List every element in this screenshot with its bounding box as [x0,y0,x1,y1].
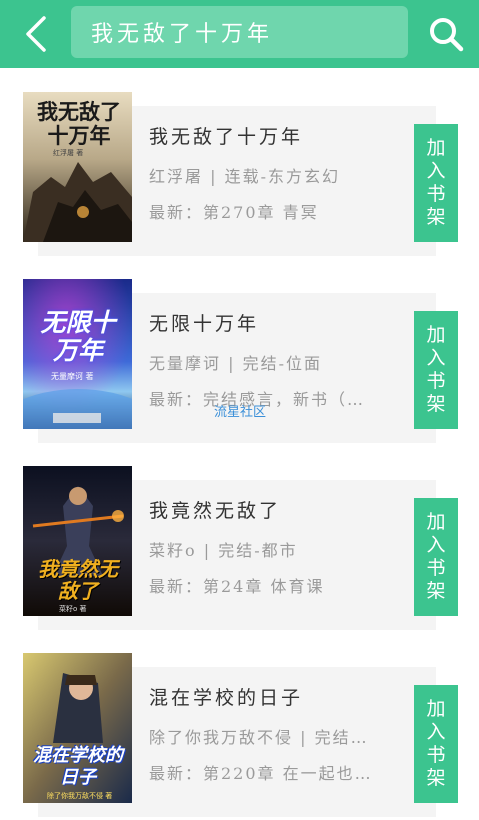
add-to-shelf-button[interactable]: 加 入 书 架 [414,311,458,429]
book-latest-chapter: 最新：完结感言，新书（… [149,390,366,409]
book-latest-chapter: 最新：第270章 青冥 [149,203,319,222]
book-title[interactable]: 混在学校的日子 [149,683,303,710]
cover-author-art: 无量摩诃 著 [51,372,94,381]
add-button-char: 入 [426,160,446,182]
book-latest-chapter: 最新：第220章 在一起也… [149,764,373,783]
book-title[interactable]: 我竟然无敌了 [149,496,281,523]
watermark-text: 流星社区 [214,405,267,420]
cover-author-art: 红浮屠 著 [53,149,84,157]
book-cover[interactable]: 无限十万年 无量摩诃 著 [23,279,132,429]
book-list-item[interactable]: 我竟然无敌了 菜籽o 著 我竟然无敌了 菜籽o | 完结-都市 最新：第24章 … [0,466,479,630]
book-list-item[interactable]: 我无敌了十万年 红浮屠 著 我无敌了十万年 红浮屠 | 连载-东方玄幻 最新：第… [0,92,479,256]
book-meta: 红浮屠 | 连载-东方玄幻 [149,167,340,186]
book-cover[interactable]: 我竟然无敌了 菜籽o 著 [23,466,132,616]
back-button[interactable] [16,14,56,54]
cover-title-art: 我无敌了十万年 [37,99,121,148]
add-button-char: 加 [426,698,446,720]
add-button-char: 架 [426,767,446,789]
add-button-char: 架 [426,393,446,415]
add-button-char: 书 [426,183,446,205]
add-button-char: 书 [426,744,446,766]
book-list-item[interactable]: 混在学校的日子 除了你我万敌不侵 著 混在学校的日子 除了你我万敌不侵 | 完结… [0,653,479,817]
top-bar: 我无敌了十万年 [0,0,479,68]
book-title[interactable]: 我无敌了十万年 [149,122,303,149]
chevron-left-icon [26,16,46,52]
add-button-char: 入 [426,721,446,743]
add-button-char: 加 [426,324,446,346]
cover-title-art: 我竟然无敌了 [38,557,118,603]
add-button-char: 架 [426,206,446,228]
add-button-char: 入 [426,534,446,556]
add-button-char: 书 [426,557,446,579]
search-button[interactable] [424,12,468,56]
add-to-shelf-button[interactable]: 加 入 书 架 [414,124,458,242]
add-button-char: 入 [426,347,446,369]
cover-author-art: 除了你我万敌不侵 著 [47,792,113,800]
cover-title-art: 混在学校的日子 [33,745,123,788]
cover-title-art: 无限十万年 [40,308,116,365]
add-to-shelf-button[interactable]: 加 入 书 架 [414,498,458,616]
add-to-shelf-button[interactable]: 加 入 书 架 [414,685,458,803]
search-query-text: 我无敌了十万年 [91,22,274,47]
book-meta: 无量摩诃 | 完结-位面 [149,354,322,373]
search-icon [430,18,464,52]
add-button-char: 加 [426,137,446,159]
book-meta: 菜籽o | 完结-都市 [149,541,298,560]
add-button-char: 架 [426,580,446,602]
add-button-char: 加 [426,511,446,533]
cover-author-art: 菜籽o 著 [59,605,87,613]
book-latest-chapter: 最新：第24章 体育课 [149,577,325,596]
add-button-char: 书 [426,370,446,392]
book-meta: 除了你我万敌不侵 | 完结… [149,728,369,747]
book-cover[interactable]: 我无敌了十万年 红浮屠 著 [23,92,132,242]
book-cover[interactable]: 混在学校的日子 除了你我万敌不侵 著 [23,653,132,803]
search-input[interactable]: 我无敌了十万年 [71,6,408,58]
book-title[interactable]: 无限十万年 [149,309,259,336]
